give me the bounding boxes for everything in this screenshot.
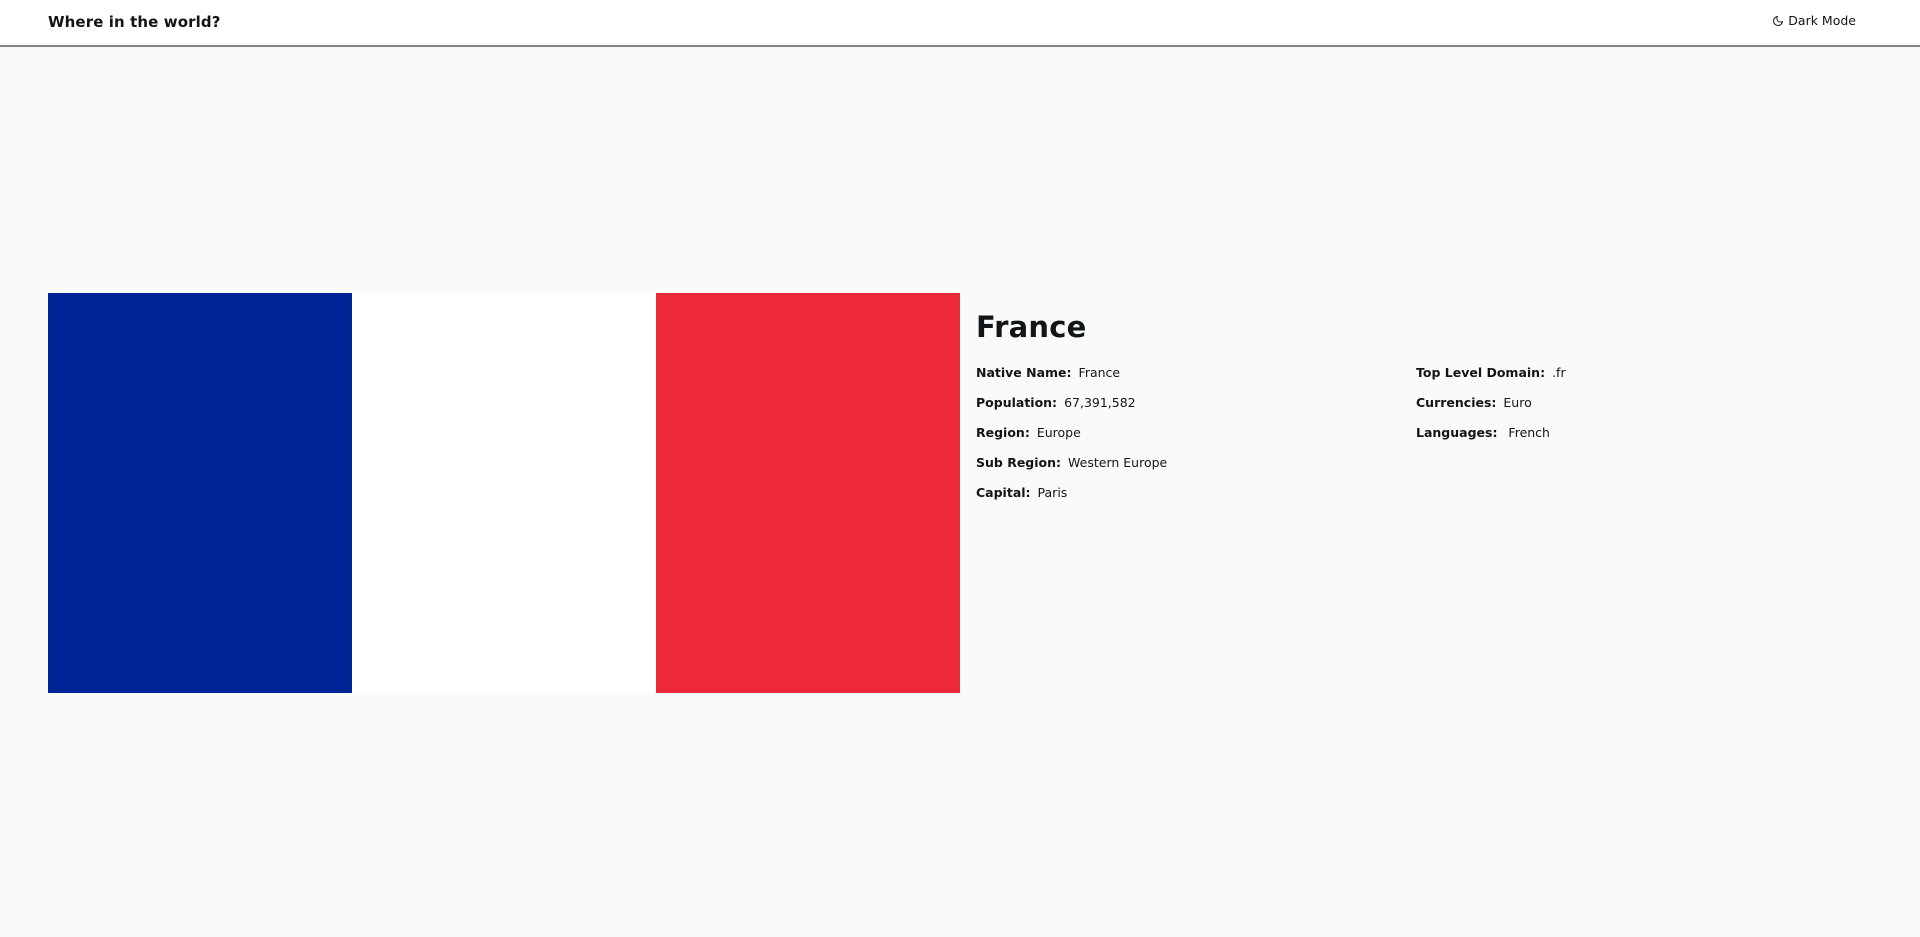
details-right-column: Top Level Domain: .fr Currencies: Euro Lan… <box>1416 365 1856 515</box>
country-flag <box>48 293 960 693</box>
native-name-value: France <box>1078 365 1121 380</box>
region-value: Europe <box>1036 425 1081 440</box>
flag-band-white <box>352 293 656 693</box>
sub-region-label: Sub Region: <box>976 455 1062 470</box>
currencies-row: Currencies: Euro <box>1416 395 1856 425</box>
currencies-value: Euro <box>1503 395 1532 410</box>
native-name-label: Native Name: <box>976 365 1072 380</box>
languages-label: Languages: <box>1416 425 1498 440</box>
app-title: Where in the world? <box>48 13 221 31</box>
moon-icon <box>1772 15 1784 27</box>
sub-region-row: Sub Region: Western Europe <box>976 455 1416 485</box>
flag-band-red <box>656 293 960 693</box>
capital-row: Capital: Paris <box>976 485 1416 515</box>
currencies-label: Currencies: <box>1416 395 1497 410</box>
top-level-domain-row: Top Level Domain: .fr <box>1416 365 1856 395</box>
population-label: Population: <box>976 395 1058 410</box>
top-header: Where in the world? Dark Mode <box>0 0 1920 47</box>
top-level-domain-label: Top Level Domain: <box>1416 365 1546 380</box>
dark-mode-label: Dark Mode <box>1788 13 1856 28</box>
sub-region-value: Western Europe <box>1068 455 1168 470</box>
native-name-row: Native Name: France <box>976 365 1416 395</box>
dark-mode-toggle[interactable]: Dark Mode <box>1772 13 1856 28</box>
region-label: Region: <box>976 425 1030 440</box>
details-left-column: Native Name: France Population: 67,391,582… <box>976 365 1416 515</box>
languages-row: Languages: French <box>1416 425 1856 455</box>
country-details: France Native Name: France Population: 67,… <box>976 310 1856 515</box>
capital-label: Capital: <box>976 485 1031 500</box>
languages-value: French <box>1504 425 1550 440</box>
population-row: Population: 67,391,582 <box>976 395 1416 425</box>
top-level-domain-value: .fr <box>1552 365 1566 380</box>
population-value: 67,391,582 <box>1064 395 1136 410</box>
capital-value: Paris <box>1037 485 1068 500</box>
region-row: Region: Europe <box>976 425 1416 455</box>
country-name: France <box>976 310 1087 344</box>
flag-band-blue <box>48 293 352 693</box>
